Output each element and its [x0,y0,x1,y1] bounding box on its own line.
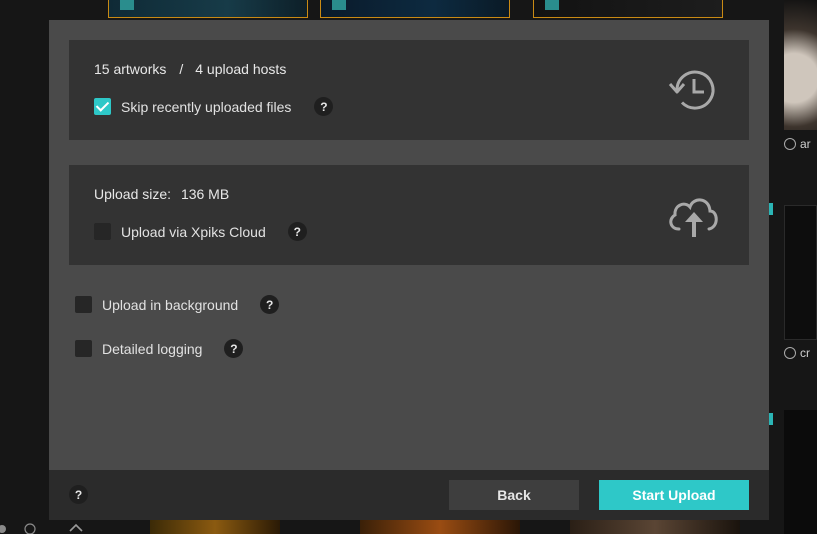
upload-size-label: Upload size: [94,186,172,202]
chevron-up-icon [69,523,83,532]
thumbnail-check-icon[interactable] [120,0,134,10]
artwork-thumbnail[interactable] [360,520,520,534]
help-icon[interactable]: ? [314,97,334,116]
xpiks-cloud-option[interactable]: Upload via Xpiks Cloud ? [94,222,307,241]
background-upload-option[interactable]: Upload in background ? [75,295,280,314]
help-icon[interactable]: ? [260,295,280,314]
upload-dialog: 15 artworks / 4 upload hosts Skip recently… [49,20,769,520]
skip-recent-checkbox[interactable] [94,98,111,115]
artwork-thumbnail[interactable] [320,0,510,18]
back-button[interactable]: Back [449,480,579,510]
history-icon [668,70,715,110]
detailed-logging-option[interactable]: Detailed logging ? [75,339,244,358]
xpiks-cloud-label: Upload via Xpiks Cloud [121,223,266,240]
cloud-upload-icon [669,198,718,237]
help-icon[interactable]: ? [287,222,307,241]
skip-recent-option[interactable]: Skip recently uploaded files ? [94,97,334,116]
upload-size-panel: Upload size: 136 MB Upload via Xpiks Clo… [69,165,749,265]
help-icon[interactable]: ? [69,485,88,504]
thumbnail-check-icon[interactable] [545,0,559,10]
background-upload-checkbox[interactable] [75,296,92,313]
artwork-thumbnail[interactable] [784,205,817,340]
upload-size: Upload size: 136 MB [94,186,229,202]
skip-recent-label: Skip recently uploaded files [121,98,292,115]
artwork-thumbnail[interactable] [150,520,280,534]
artwork-thumbnail[interactable] [784,410,817,534]
artwork-thumbnail[interactable] [533,0,723,18]
help-icon[interactable]: ? [224,339,244,358]
thumbnail-check-icon[interactable] [332,0,346,10]
selection-marker [769,203,773,215]
artwork-label[interactable]: ar [784,137,817,151]
background-upload-label: Upload in background [102,296,239,313]
artwork-thumbnail[interactable] [784,0,817,130]
summary-panel: 15 artworks / 4 upload hosts Skip recently… [69,40,749,140]
bottom-controls[interactable] [0,520,90,534]
artwork-thumbnail[interactable] [570,520,740,534]
selection-marker [769,413,773,425]
artwork-label[interactable]: cr [784,346,817,360]
dialog-footer: ? Back Start Upload [49,470,769,520]
bottom-thumbnail-strip [0,520,817,534]
detailed-logging-checkbox[interactable] [75,340,92,357]
summary-separator: / [179,61,184,77]
xpiks-cloud-checkbox[interactable] [94,223,111,240]
detailed-logging-label: Detailed logging [102,340,203,357]
start-upload-button[interactable]: Start Upload [599,480,749,510]
radio-icon[interactable] [784,138,796,150]
hosts-count: 4 upload hosts [195,61,287,77]
upload-summary: 15 artworks / 4 upload hosts [94,61,286,77]
artworks-count: 15 artworks [94,61,167,77]
artwork-thumbnail[interactable] [108,0,308,18]
radio-icon [0,525,6,533]
radio-icon[interactable] [784,347,796,359]
radio-icon [24,523,36,534]
upload-size-value: 136 MB [180,186,230,202]
